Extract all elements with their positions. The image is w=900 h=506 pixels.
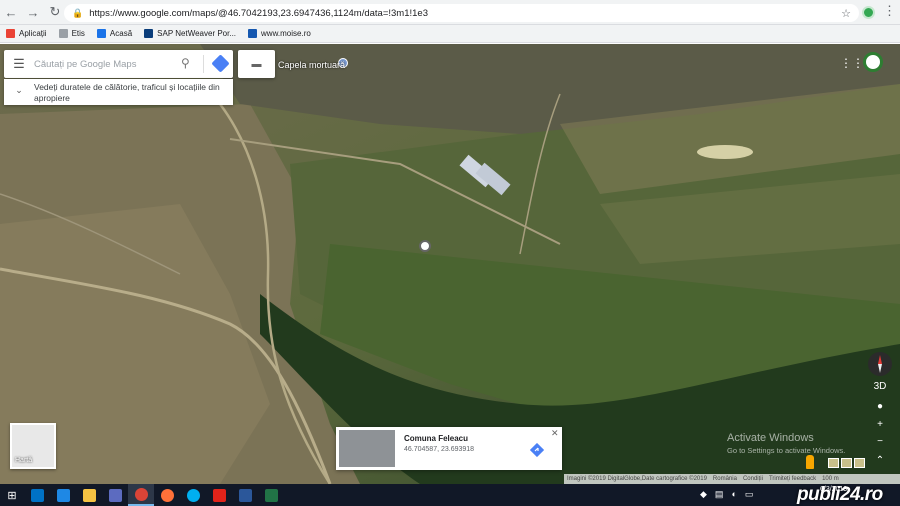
network-icon[interactable]: ▤ — [715, 489, 724, 500]
clock[interactable]: 6/3/2019 — [820, 486, 847, 493]
taskbar-app-edge[interactable] — [50, 484, 76, 506]
taskbar-app-word[interactable] — [232, 484, 258, 506]
taskbar-app-chrome[interactable] — [128, 484, 154, 506]
forward-icon[interactable]: → — [22, 1, 44, 23]
compass-icon[interactable] — [868, 352, 892, 376]
chrome-icon — [134, 487, 148, 501]
satellite-imagery — [0, 44, 900, 484]
street-view-pegman-icon[interactable] — [806, 455, 814, 469]
star-icon[interactable]: ☆ — [841, 7, 851, 20]
close-icon[interactable]: ✕ — [551, 428, 559, 439]
apps-grid-icon[interactable]: ⋮⋮ — [840, 56, 864, 70]
address-bar[interactable]: 🔒 https://www.google.com/maps/@46.704219… — [64, 4, 859, 22]
map-type-toggle[interactable]: Hartă — [10, 423, 56, 469]
acrobat-icon — [212, 488, 226, 502]
location-marker-icon[interactable] — [419, 240, 431, 252]
extension-icon[interactable] — [862, 6, 875, 19]
avatar[interactable] — [863, 52, 883, 72]
watermark-subtitle: Go to Settings to activate Windows. — [727, 446, 846, 455]
place-coordinates: 46.704587, 23.693918 — [404, 446, 475, 453]
bookmarks-bar: Aplicații Etis Acasă SAP NetWeaver Por..… — [0, 25, 900, 43]
word-icon — [238, 488, 252, 502]
windows-taskbar: ⊞ — [0, 484, 900, 506]
keyboard-icon: ▬ — [251, 58, 262, 70]
notification-icon[interactable]: ▭ — [745, 489, 754, 500]
search-icon[interactable]: ⚲ — [181, 56, 190, 70]
imagery-thumb[interactable] — [828, 458, 839, 468]
firefox-icon — [160, 488, 174, 502]
watermark-title: Activate Windows — [727, 432, 814, 444]
edge-icon — [56, 488, 70, 502]
divider — [203, 55, 204, 73]
terms-link[interactable]: Condiții — [743, 476, 763, 482]
back-icon[interactable]: ← — [0, 1, 22, 23]
expand-imagery-button[interactable]: ⌃ — [869, 453, 891, 469]
my-location-button[interactable]: ● — [869, 399, 891, 415]
traffic-text: Vedeți duratele de călătorie, traficul ș… — [34, 82, 220, 103]
imagery-thumb[interactable] — [854, 458, 865, 468]
folder-icon — [82, 488, 96, 502]
directions-icon[interactable] — [530, 443, 544, 457]
store-icon — [108, 488, 122, 502]
imagery-thumbnails[interactable] — [828, 458, 865, 468]
taskbar-app-firefox[interactable] — [154, 484, 180, 506]
menu-icon[interactable]: ⋮ — [883, 3, 896, 19]
taskbar-app-outlook[interactable] — [24, 484, 50, 506]
volume-icon[interactable]: ◐ — [731, 489, 736, 500]
sap-icon — [144, 29, 154, 38]
search-box: ☰ ⚲ — [4, 50, 233, 78]
imagery-thumb[interactable] — [841, 458, 852, 468]
zoom-out-button[interactable]: − — [869, 434, 891, 450]
bookmark-acasa[interactable]: Acasă — [96, 29, 132, 38]
taskbar-app-excel[interactable] — [258, 484, 284, 506]
apps-grid-icon — [6, 29, 15, 38]
taskbar-app-skype[interactable] — [180, 484, 206, 506]
page-icon — [58, 29, 68, 38]
tilt-3d-button[interactable]: 3D — [869, 379, 891, 395]
traffic-prompt[interactable]: ⌄ Vedeți duratele de călătorie, traficul… — [4, 79, 233, 105]
layers-button[interactable]: ▬ — [238, 50, 275, 78]
taskbar-app-explorer[interactable] — [76, 484, 102, 506]
excel-icon — [264, 488, 278, 502]
system-tray: ◆ ▤ ◐ ▭ — [700, 489, 753, 500]
place-photo[interactable] — [339, 430, 395, 467]
bookmark-sap[interactable]: SAP NetWeaver Por... — [144, 29, 236, 38]
search-input[interactable] — [34, 58, 174, 70]
url-text: https://www.google.com/maps/@46.7042193,… — [89, 7, 428, 19]
zoom-in-button[interactable]: + — [869, 417, 891, 433]
activate-windows-watermark: Activate Windows Go to Settings to activ… — [727, 432, 845, 455]
place-info-card[interactable]: Comuna Feleacu 46.704587, 23.693918 — [336, 427, 562, 470]
outlook-icon — [30, 488, 44, 502]
lock-icon: 🔒 — [72, 7, 84, 18]
site-icon — [96, 29, 106, 38]
compass-needle — [878, 355, 882, 373]
browser-toolbar: ← → ↻ 🔒 https://www.google.com/maps/@46.… — [0, 0, 900, 25]
chevron-down-icon[interactable]: ⌄ — [4, 79, 34, 96]
place-label[interactable]: Capela mortuară — [278, 60, 345, 70]
satellite-map[interactable] — [0, 44, 900, 484]
feedback-link[interactable]: Trimiteți feedback — [769, 476, 816, 482]
shield-icon[interactable]: ◆ — [700, 489, 707, 500]
taskbar-app-acrobat[interactable] — [206, 484, 232, 506]
taskbar-app-store[interactable] — [102, 484, 128, 506]
bookmark-moise[interactable]: www.moise.ro — [248, 29, 311, 38]
windows-start-icon[interactable]: ⊞ — [0, 484, 24, 506]
scale-bar[interactable]: 100 m — [822, 476, 839, 482]
attribution-bar: Imagini ©2019 DigitalGlobe,Date cartogra… — [564, 474, 900, 484]
reload-icon[interactable]: ↻ — [44, 1, 66, 23]
place-title: Comuna Feleacu — [404, 434, 469, 443]
imagery-credit: Imagini ©2019 DigitalGlobe,Date cartogra… — [567, 476, 707, 482]
directions-icon[interactable] — [211, 54, 230, 73]
country-link[interactable]: România — [713, 476, 737, 482]
skype-icon — [186, 488, 200, 502]
bookmark-etis[interactable]: Etis — [58, 29, 85, 38]
menu-icon[interactable]: ☰ — [4, 56, 34, 72]
site-icon — [248, 29, 258, 38]
bookmark-apps[interactable]: Aplicații — [6, 29, 47, 38]
map-type-label: Hartă — [15, 457, 33, 464]
